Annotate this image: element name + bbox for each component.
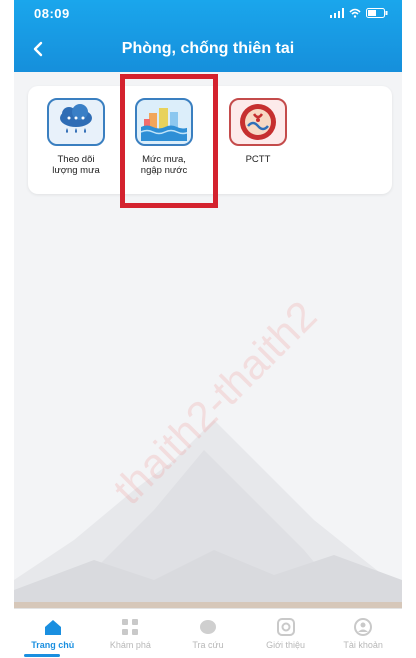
app-header: 08:09 Phòng, chống thiên tai bbox=[14, 0, 402, 72]
tab-label: Tài khoản bbox=[343, 640, 383, 650]
rain-cloud-icon bbox=[47, 98, 105, 146]
tab-home[interactable]: Trang chủ bbox=[14, 609, 92, 658]
service-pctt[interactable]: PCTT bbox=[218, 98, 298, 165]
bottom-tab-bar: Trang chủ Khám phá Tra cứu Giới thiệu Tà… bbox=[14, 608, 402, 658]
battery-icon bbox=[366, 8, 388, 18]
service-label: Theo dõi lượng mưa bbox=[52, 154, 100, 176]
tab-about[interactable]: Giới thiệu bbox=[247, 609, 325, 658]
info-icon bbox=[276, 617, 296, 637]
active-tab-indicator bbox=[24, 654, 60, 657]
wifi-icon bbox=[349, 8, 361, 18]
chevron-left-icon bbox=[33, 41, 43, 57]
page-title: Phòng, chống thiên tai bbox=[121, 40, 295, 57]
tab-lookup[interactable]: Tra cứu bbox=[169, 609, 247, 658]
tab-label: Giới thiệu bbox=[266, 640, 306, 650]
pctt-emblem-icon bbox=[229, 98, 287, 146]
grid-icon bbox=[121, 617, 139, 637]
status-time: 08:09 bbox=[34, 5, 70, 21]
status-bar: 08:09 bbox=[14, 0, 402, 26]
nav-bar: Phòng, chống thiên tai bbox=[14, 26, 402, 72]
tab-explore[interactable]: Khám phá bbox=[92, 609, 170, 658]
account-icon bbox=[353, 617, 373, 637]
service-label: PCTT bbox=[245, 154, 271, 165]
system-icons bbox=[330, 8, 388, 18]
signal-icon bbox=[330, 8, 344, 18]
service-rainfall-tracking[interactable]: Theo dõi lượng mưa bbox=[36, 98, 116, 176]
home-icon bbox=[43, 617, 63, 637]
tab-label: Tra cứu bbox=[192, 640, 224, 650]
tab-label: Trang chủ bbox=[31, 640, 75, 650]
search-icon bbox=[198, 617, 218, 637]
highlight-box bbox=[120, 74, 218, 208]
back-button[interactable] bbox=[24, 35, 52, 63]
app-screen: 08:09 Phòng, chống thiên tai Theo dõi lư… bbox=[14, 0, 402, 658]
tab-label: Khám phá bbox=[109, 640, 151, 650]
tab-account[interactable]: Tài khoản bbox=[324, 609, 402, 658]
